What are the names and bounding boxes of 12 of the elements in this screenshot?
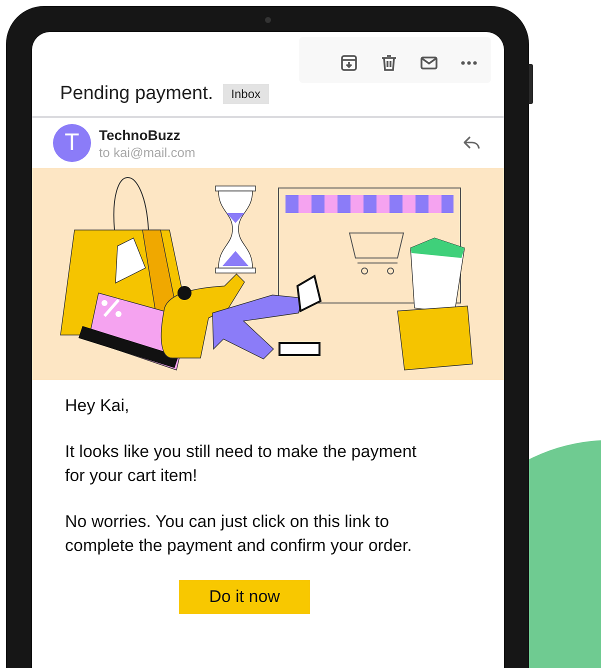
email-paragraph: It looks like you still need to make the payment for your cart item! [65,441,418,487]
email-paragraph: Hey Kai, [65,395,130,417]
email-subject: Pending payment. [60,83,214,105]
recipient-address: to kai@mail.com [99,144,196,160]
delete-icon[interactable] [379,53,399,73]
sender-name: TechnoBuzz [99,126,182,142]
do-it-now-button[interactable]: Do it now [179,580,310,614]
camera-dot [265,17,271,23]
sender-avatar: T [53,124,91,162]
archive-icon[interactable] [339,53,359,73]
inbox-label[interactable]: Inbox [223,84,269,104]
email-paragraph: No worries. You can just click on this link to complete the payment and confirm your order. [65,511,413,557]
